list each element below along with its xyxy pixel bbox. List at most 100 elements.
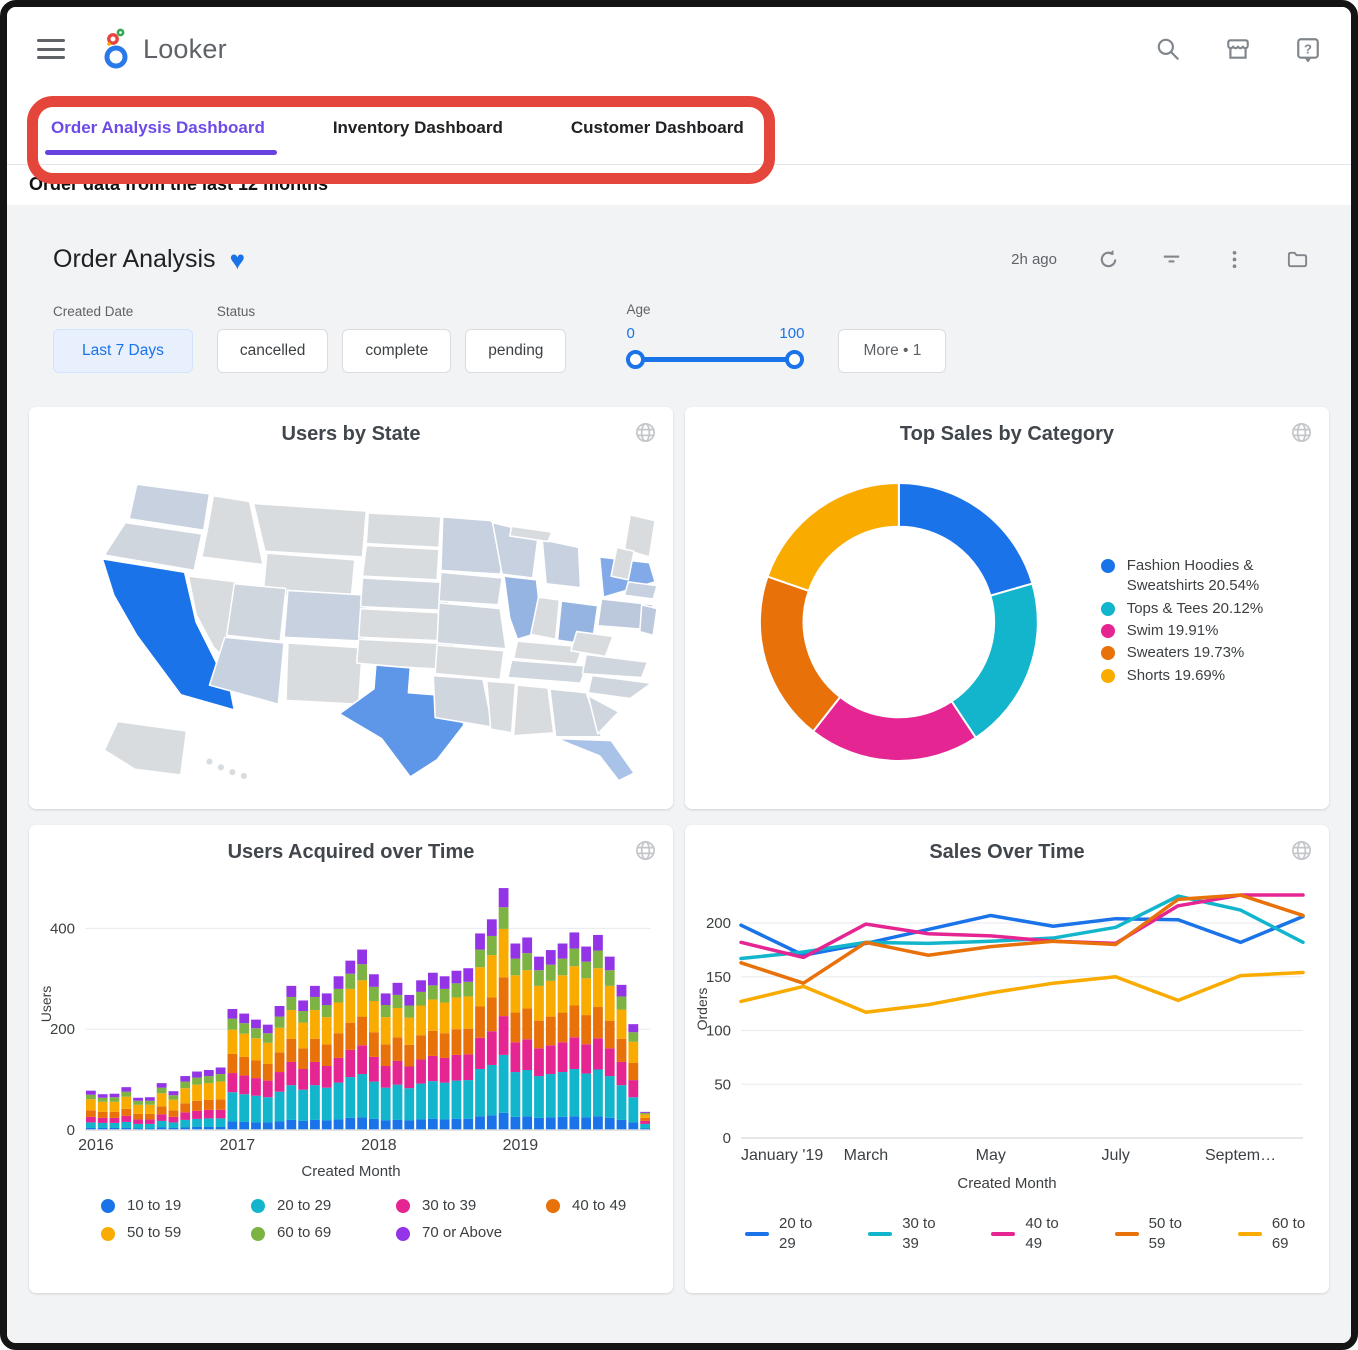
- legend-swatch: [251, 1227, 265, 1241]
- tile-grid: Users by State Top Sales by Category: [29, 407, 1329, 1293]
- state-UT: [227, 584, 286, 641]
- legend-item[interactable]: Sweaters 19.73%: [1101, 643, 1329, 663]
- state-NJ: [640, 605, 657, 636]
- tab-inventory-dashboard[interactable]: Inventory Dashboard: [331, 94, 505, 162]
- marketplace-icon[interactable]: [1225, 36, 1251, 62]
- more-filters-button[interactable]: More • 1: [838, 329, 946, 373]
- donut-slice-Fashion Hoodies & Sweatshirts: [899, 483, 1033, 596]
- tile-title: Users by State: [29, 423, 673, 446]
- more-vert-icon[interactable]: [1223, 248, 1246, 271]
- status-chip-pending[interactable]: pending: [465, 329, 566, 373]
- svg-text:March: March: [844, 1147, 888, 1164]
- legend-item[interactable]: 50 to 59: [101, 1223, 251, 1243]
- legend-swatch: [101, 1199, 115, 1213]
- legend-label: 30 to 39: [902, 1214, 951, 1255]
- favorite-heart-icon[interactable]: ♥: [230, 247, 245, 273]
- legend-label: Fashion Hoodies & Sweatshirts 20.54%: [1127, 556, 1329, 597]
- slider-handle-max[interactable]: [785, 350, 804, 369]
- svg-text:200: 200: [50, 1021, 75, 1038]
- svg-text:Septem…: Septem…: [1205, 1147, 1276, 1164]
- legend-label: Swim 19.91%: [1127, 621, 1219, 641]
- svg-text:0: 0: [723, 1130, 731, 1147]
- legend-label: 50 to 59: [1149, 1214, 1198, 1255]
- svg-text:200: 200: [706, 915, 731, 932]
- legend-label: Tops & Tees 20.12%: [1127, 599, 1263, 619]
- app-window: Looker ? Order Analysis Dashboard Invento…: [0, 0, 1358, 1350]
- donut-slice-Shorts: [768, 483, 899, 591]
- legend-item[interactable]: 20 to 29: [251, 1196, 396, 1216]
- state-MT: [253, 503, 366, 557]
- search-icon[interactable]: [1155, 36, 1181, 62]
- state-LA: [433, 676, 492, 728]
- filter-list-icon[interactable]: [1160, 248, 1183, 271]
- legend-item[interactable]: Shorts 19.69%: [1101, 666, 1329, 686]
- globe-icon[interactable]: [634, 839, 657, 862]
- dashboard-header: Order Analysis ♥ 2h ago: [29, 227, 1329, 274]
- legend-label: 20 to 29: [779, 1214, 828, 1255]
- active-tab-underline: [45, 150, 277, 155]
- legend-swatch: [396, 1199, 410, 1213]
- topbar-actions: ?: [1155, 36, 1321, 62]
- folder-icon[interactable]: [1286, 248, 1309, 271]
- state-HI-3: [241, 773, 247, 779]
- status-label: Status: [217, 304, 567, 319]
- legend-label: 10 to 19: [127, 1196, 181, 1216]
- legend-swatch: [1101, 624, 1115, 638]
- slider-track: [634, 357, 796, 362]
- status-chip-complete[interactable]: complete: [342, 329, 451, 373]
- legend-item[interactable]: 60 to 69: [251, 1223, 396, 1243]
- legend-item[interactable]: Swim 19.91%: [1101, 621, 1329, 641]
- legend-swatch: [1101, 669, 1115, 683]
- age-max-value: 100: [779, 325, 804, 342]
- legend-item[interactable]: 30 to 39: [868, 1214, 951, 1255]
- line-legend: 20 to 29 30 to 39 40 to 49 50 to 59 60 to 69: [745, 1214, 1321, 1255]
- svg-text:July: July: [1101, 1147, 1129, 1164]
- globe-icon[interactable]: [634, 421, 657, 444]
- state-HI-0: [206, 759, 212, 765]
- dashboard-title: Order Analysis: [53, 245, 216, 274]
- age-min-value: 0: [626, 325, 634, 342]
- age-range-slider: 0 100: [626, 327, 804, 373]
- legend-item[interactable]: 40 to 49: [991, 1214, 1074, 1255]
- legend-label: Shorts 19.69%: [1127, 666, 1225, 686]
- refresh-icon[interactable]: [1097, 248, 1120, 271]
- svg-text:400: 400: [50, 920, 75, 937]
- legend-item[interactable]: 40 to 49: [546, 1196, 673, 1216]
- svg-text:May: May: [976, 1147, 1006, 1164]
- legend-item[interactable]: 30 to 39: [396, 1196, 546, 1216]
- created-date-label: Created Date: [53, 304, 193, 319]
- us-choropleth-svg: [45, 457, 657, 787]
- page-note: Order data from the last 12 months: [7, 165, 1351, 205]
- legend-item[interactable]: Fashion Hoodies & Sweatshirts 20.54%: [1101, 556, 1329, 597]
- legend-swatch: [1101, 559, 1115, 573]
- svg-text:Users: Users: [38, 986, 54, 1023]
- state-MI: [542, 540, 580, 588]
- legend-item[interactable]: 10 to 19: [101, 1196, 251, 1216]
- help-icon[interactable]: ?: [1295, 36, 1321, 62]
- svg-text:150: 150: [706, 969, 731, 986]
- stacked-bar-svg: 02004002016201720182019Users: [37, 868, 661, 1156]
- state-FL: [558, 739, 635, 781]
- legend-item[interactable]: 70 or Above: [396, 1223, 546, 1243]
- tab-customer-dashboard[interactable]: Customer Dashboard: [569, 94, 746, 162]
- state-AL: [514, 685, 554, 736]
- top-bar: Looker ?: [7, 7, 1351, 91]
- legend-swatch: [251, 1199, 265, 1213]
- menu-icon[interactable]: [37, 39, 65, 59]
- created-date-chip[interactable]: Last 7 Days: [53, 329, 193, 373]
- legend-item[interactable]: 60 to 69: [1238, 1214, 1321, 1255]
- slider-handle-min[interactable]: [626, 350, 645, 369]
- globe-icon[interactable]: [1290, 839, 1313, 862]
- svg-text:2016: 2016: [78, 1137, 114, 1154]
- looker-brand[interactable]: Looker: [99, 28, 227, 70]
- legend-label: 50 to 59: [127, 1223, 181, 1243]
- legend-item[interactable]: Tops & Tees 20.12%: [1101, 599, 1329, 619]
- legend-swatch: [1101, 646, 1115, 660]
- filter-status: Status cancelled complete pending: [217, 304, 567, 373]
- status-chip-cancelled[interactable]: cancelled: [217, 329, 329, 373]
- filter-age: Age 0 100: [626, 302, 804, 373]
- legend-item[interactable]: 50 to 59: [1115, 1214, 1198, 1255]
- tab-order-analysis-dashboard[interactable]: Order Analysis Dashboard: [49, 94, 267, 162]
- globe-icon[interactable]: [1290, 421, 1313, 444]
- legend-item[interactable]: 20 to 29: [745, 1214, 828, 1255]
